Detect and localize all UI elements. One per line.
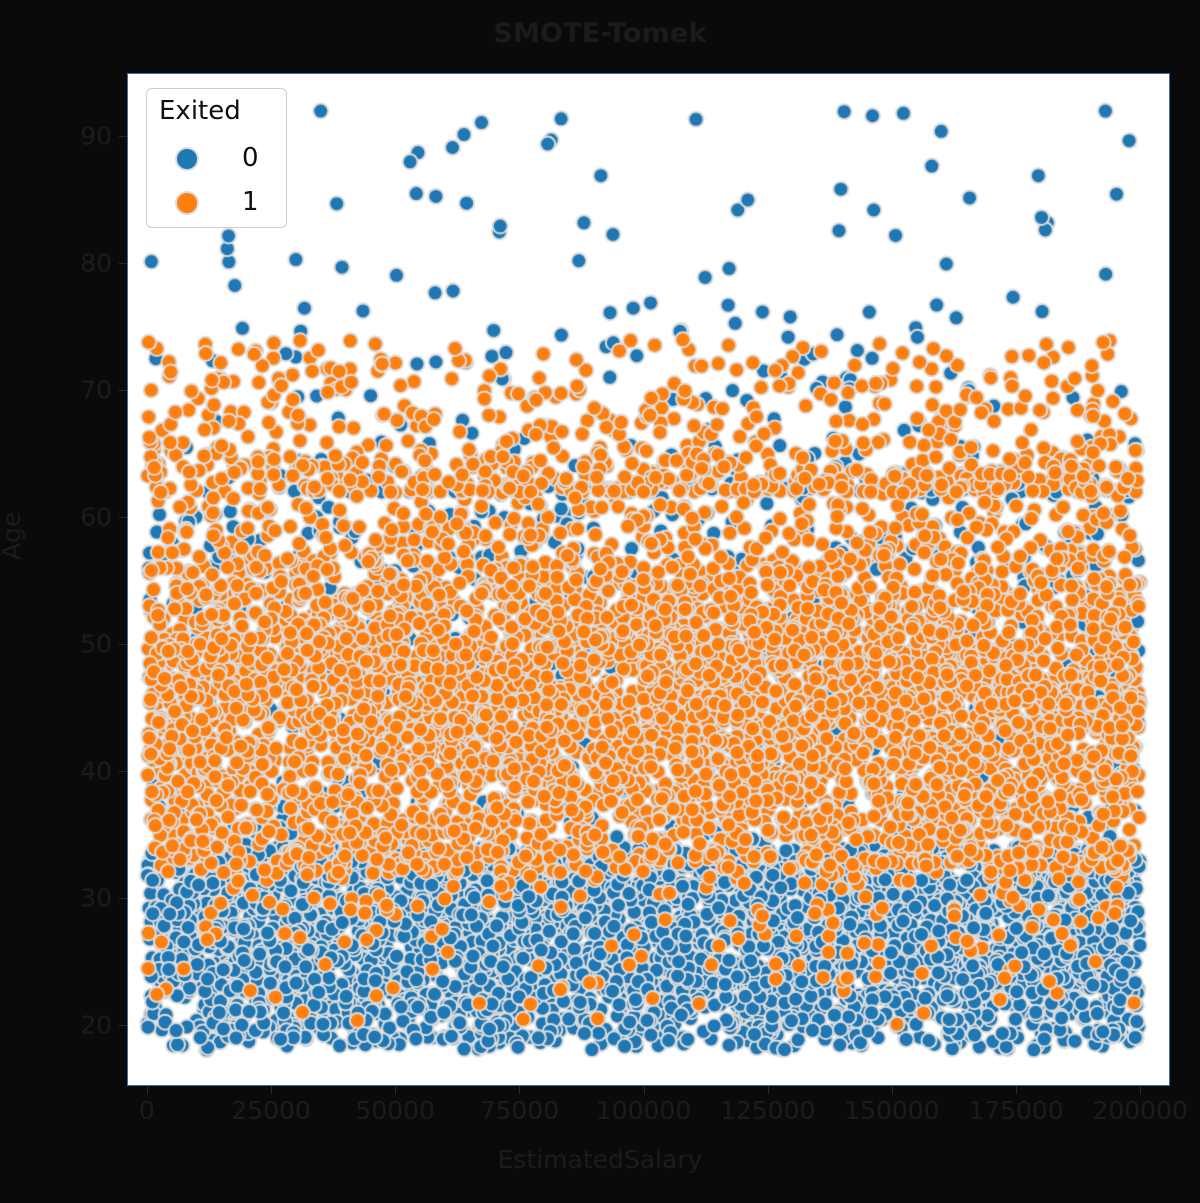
x-tick-label: 0	[138, 1096, 155, 1125]
y-tick-mark	[119, 644, 127, 646]
x-tick-mark	[146, 1086, 148, 1094]
x-tick-label: 125000	[719, 1096, 816, 1125]
x-tick-label: 150000	[844, 1096, 940, 1125]
y-tick-label: 20	[80, 1010, 112, 1040]
y-axis-label: Age	[0, 511, 26, 560]
x-tick-label: 100000	[595, 1096, 692, 1125]
legend-label-1: 1	[242, 187, 259, 217]
y-tick-mark	[119, 1025, 127, 1027]
legend-item-0[interactable]: 0	[147, 137, 288, 181]
legend-marker-icon-0	[175, 147, 199, 171]
figure-canvas: SMOTE-Tomek 0 25000 50000 75000 100000 125000…	[0, 0, 1200, 1203]
x-axis-label: EstimatedSalary	[497, 1145, 703, 1174]
legend-item-1[interactable]: 1	[147, 181, 288, 225]
x-tick-label: 50000	[355, 1096, 435, 1125]
y-tick-mark	[119, 517, 127, 519]
y-tick-mark	[119, 390, 127, 392]
legend-title: Exited	[159, 96, 241, 126]
y-tick-label: 30	[80, 883, 112, 913]
y-tick-label: 40	[80, 756, 112, 786]
x-tick-mark	[891, 1086, 893, 1094]
x-tick-mark	[767, 1086, 769, 1094]
y-tick-mark	[119, 771, 127, 773]
x-tick-mark	[271, 1086, 273, 1094]
x-tick-mark	[643, 1086, 645, 1094]
y-tick-mark	[119, 136, 127, 138]
y-tick-label: 90	[80, 121, 112, 151]
legend-marker-icon-1	[175, 191, 199, 215]
x-tick-label: 200000	[1092, 1096, 1188, 1125]
y-tick-label: 50	[80, 629, 112, 659]
x-tick-mark	[395, 1086, 397, 1094]
y-tick-label: 80	[80, 248, 112, 278]
x-tick-label: 25000	[231, 1096, 311, 1125]
x-tick-mark	[519, 1086, 521, 1094]
x-tick-mark	[1140, 1086, 1142, 1094]
x-tick-label: 175000	[968, 1096, 1064, 1125]
x-tick-label: 75000	[479, 1096, 560, 1125]
y-tick-mark	[119, 263, 127, 265]
y-tick-label: 60	[80, 502, 112, 532]
y-tick-label: 70	[80, 375, 112, 405]
x-tick-mark	[1016, 1086, 1018, 1094]
y-tick-mark	[119, 898, 127, 900]
chart-title: SMOTE-Tomek	[493, 18, 707, 49]
legend-box: Exited 0 1	[146, 88, 287, 228]
legend-label-0: 0	[242, 143, 259, 173]
